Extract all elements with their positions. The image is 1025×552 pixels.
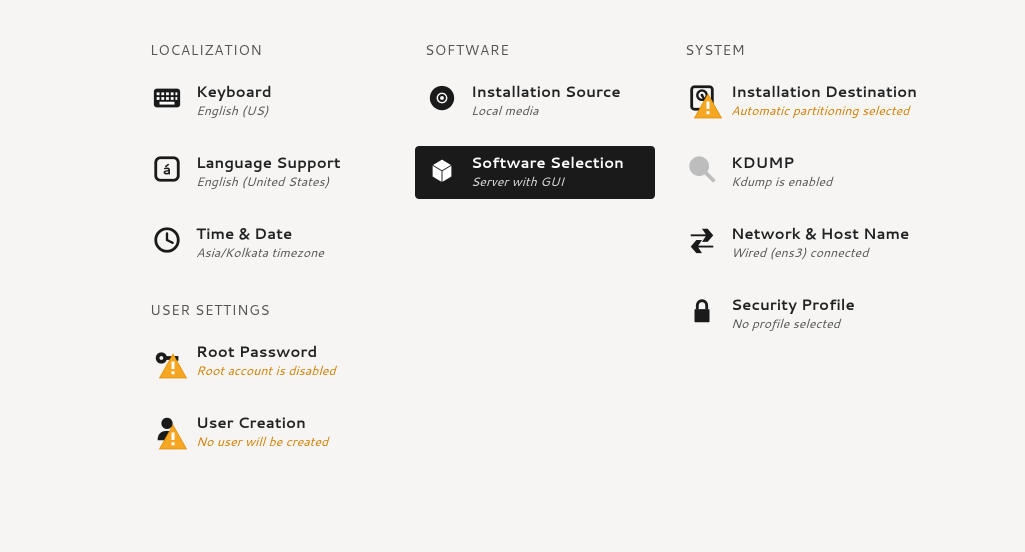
installation-summary-hub: LOCALIZATION Keyboard English (US) á Lan… [0, 0, 1025, 477]
category-user-label: USER SETTINGS [150, 300, 395, 320]
spoke-status: Wired (ens3) connected [731, 244, 909, 262]
spoke-status: Asia/Kolkata timezone [196, 244, 324, 262]
spoke-status: English (US) [196, 102, 272, 120]
spoke-status: English (United States) [196, 173, 341, 191]
spoke-title: Root Password [196, 343, 336, 361]
spoke-kdump[interactable]: KDUMP Kdump is enabled [685, 146, 930, 199]
spoke-security-profile[interactable]: Security Profile No profile selected [685, 288, 930, 341]
spoke-installation-destination[interactable]: Installation Destination Automatic parti… [685, 75, 930, 128]
spoke-language-support[interactable]: á Language Support English (United State… [150, 146, 395, 199]
column-localization-user: LOCALIZATION Keyboard English (US) á Lan… [150, 30, 395, 477]
clock-icon [150, 225, 184, 259]
spoke-title: Installation Source [471, 83, 621, 101]
spoke-status: Kdump is enabled [731, 173, 832, 191]
warning-icon [158, 422, 188, 452]
warning-icon [158, 351, 188, 381]
spoke-title: Network & Host Name [731, 225, 909, 243]
spoke-title: Time & Date [196, 225, 324, 243]
spoke-status: Server with GUI [471, 173, 624, 191]
spoke-root-password[interactable]: Root Password Root account is disabled [150, 335, 395, 388]
disc-icon [425, 83, 459, 117]
spoke-title: Language Support [196, 154, 341, 172]
network-icon [685, 225, 719, 259]
key-icon [150, 343, 184, 377]
spoke-status: Automatic partitioning selected [731, 102, 917, 120]
warning-icon [693, 91, 723, 121]
spoke-title: KDUMP [731, 154, 832, 172]
spoke-status: Root account is disabled [196, 362, 336, 380]
magnifier-icon [685, 154, 719, 188]
spoke-network-hostname[interactable]: Network & Host Name Wired (ens3) connect… [685, 217, 930, 270]
lock-icon [685, 296, 719, 330]
spoke-software-selection[interactable]: Software Selection Server with GUI [415, 146, 655, 199]
spoke-title: Security Profile [731, 296, 855, 314]
spoke-title: Keyboard [196, 83, 272, 101]
package-icon [425, 154, 459, 188]
svg-text:á: á [163, 160, 171, 180]
spoke-status: No profile selected [731, 315, 855, 333]
spoke-title: Software Selection [471, 154, 624, 172]
column-system: SYSTEM Installation Destination Automati… [685, 30, 930, 477]
keyboard-icon [150, 83, 184, 117]
spoke-installation-source[interactable]: Installation Source Local media [425, 75, 655, 128]
spoke-time-date[interactable]: Time & Date Asia/Kolkata timezone [150, 217, 395, 270]
spoke-keyboard[interactable]: Keyboard English (US) [150, 75, 395, 128]
spoke-title: Installation Destination [731, 83, 917, 101]
user-icon [150, 414, 184, 448]
spoke-status: No user will be created [196, 433, 328, 451]
spoke-title: User Creation [196, 414, 328, 432]
spoke-status: Local media [471, 102, 621, 120]
column-software: SOFTWARE Installation Source Local media… [425, 30, 655, 477]
category-software-label: SOFTWARE [425, 40, 655, 60]
category-localization-label: LOCALIZATION [150, 40, 395, 60]
harddisk-icon [685, 83, 719, 117]
category-system-label: SYSTEM [685, 40, 930, 60]
spoke-user-creation[interactable]: User Creation No user will be created [150, 406, 395, 459]
language-icon: á [150, 154, 184, 188]
